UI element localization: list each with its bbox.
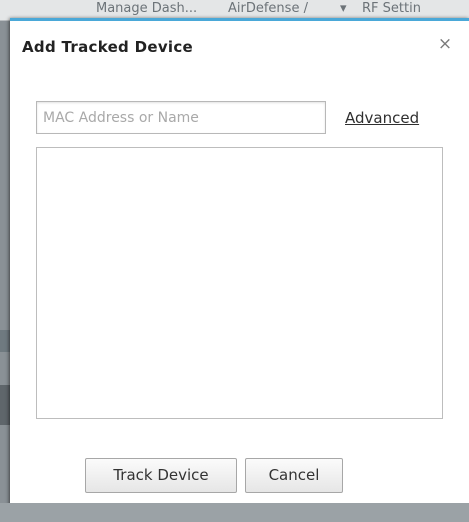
background-panel-edge bbox=[0, 330, 10, 352]
advanced-link[interactable]: Advanced bbox=[345, 109, 419, 127]
track-device-button[interactable]: Track Device bbox=[85, 458, 237, 493]
dialog-title: Add Tracked Device bbox=[22, 38, 194, 56]
background-tab-airdefense: AirDefense / bbox=[228, 1, 308, 16]
add-tracked-device-dialog: Add Tracked Device × Advanced Track Devi… bbox=[10, 18, 469, 506]
background-footer bbox=[0, 503, 469, 522]
device-results-list[interactable] bbox=[36, 147, 443, 419]
cancel-button[interactable]: Cancel bbox=[245, 458, 343, 493]
background-panel-edge bbox=[0, 385, 10, 425]
close-icon[interactable]: × bbox=[437, 36, 453, 53]
chevron-down-icon: ▾ bbox=[340, 1, 347, 16]
mac-address-search-input[interactable] bbox=[36, 101, 326, 134]
background-tab-dashboard: Manage Dash... bbox=[96, 1, 198, 16]
background-tab-rf-settings: RF Settin bbox=[362, 1, 421, 16]
